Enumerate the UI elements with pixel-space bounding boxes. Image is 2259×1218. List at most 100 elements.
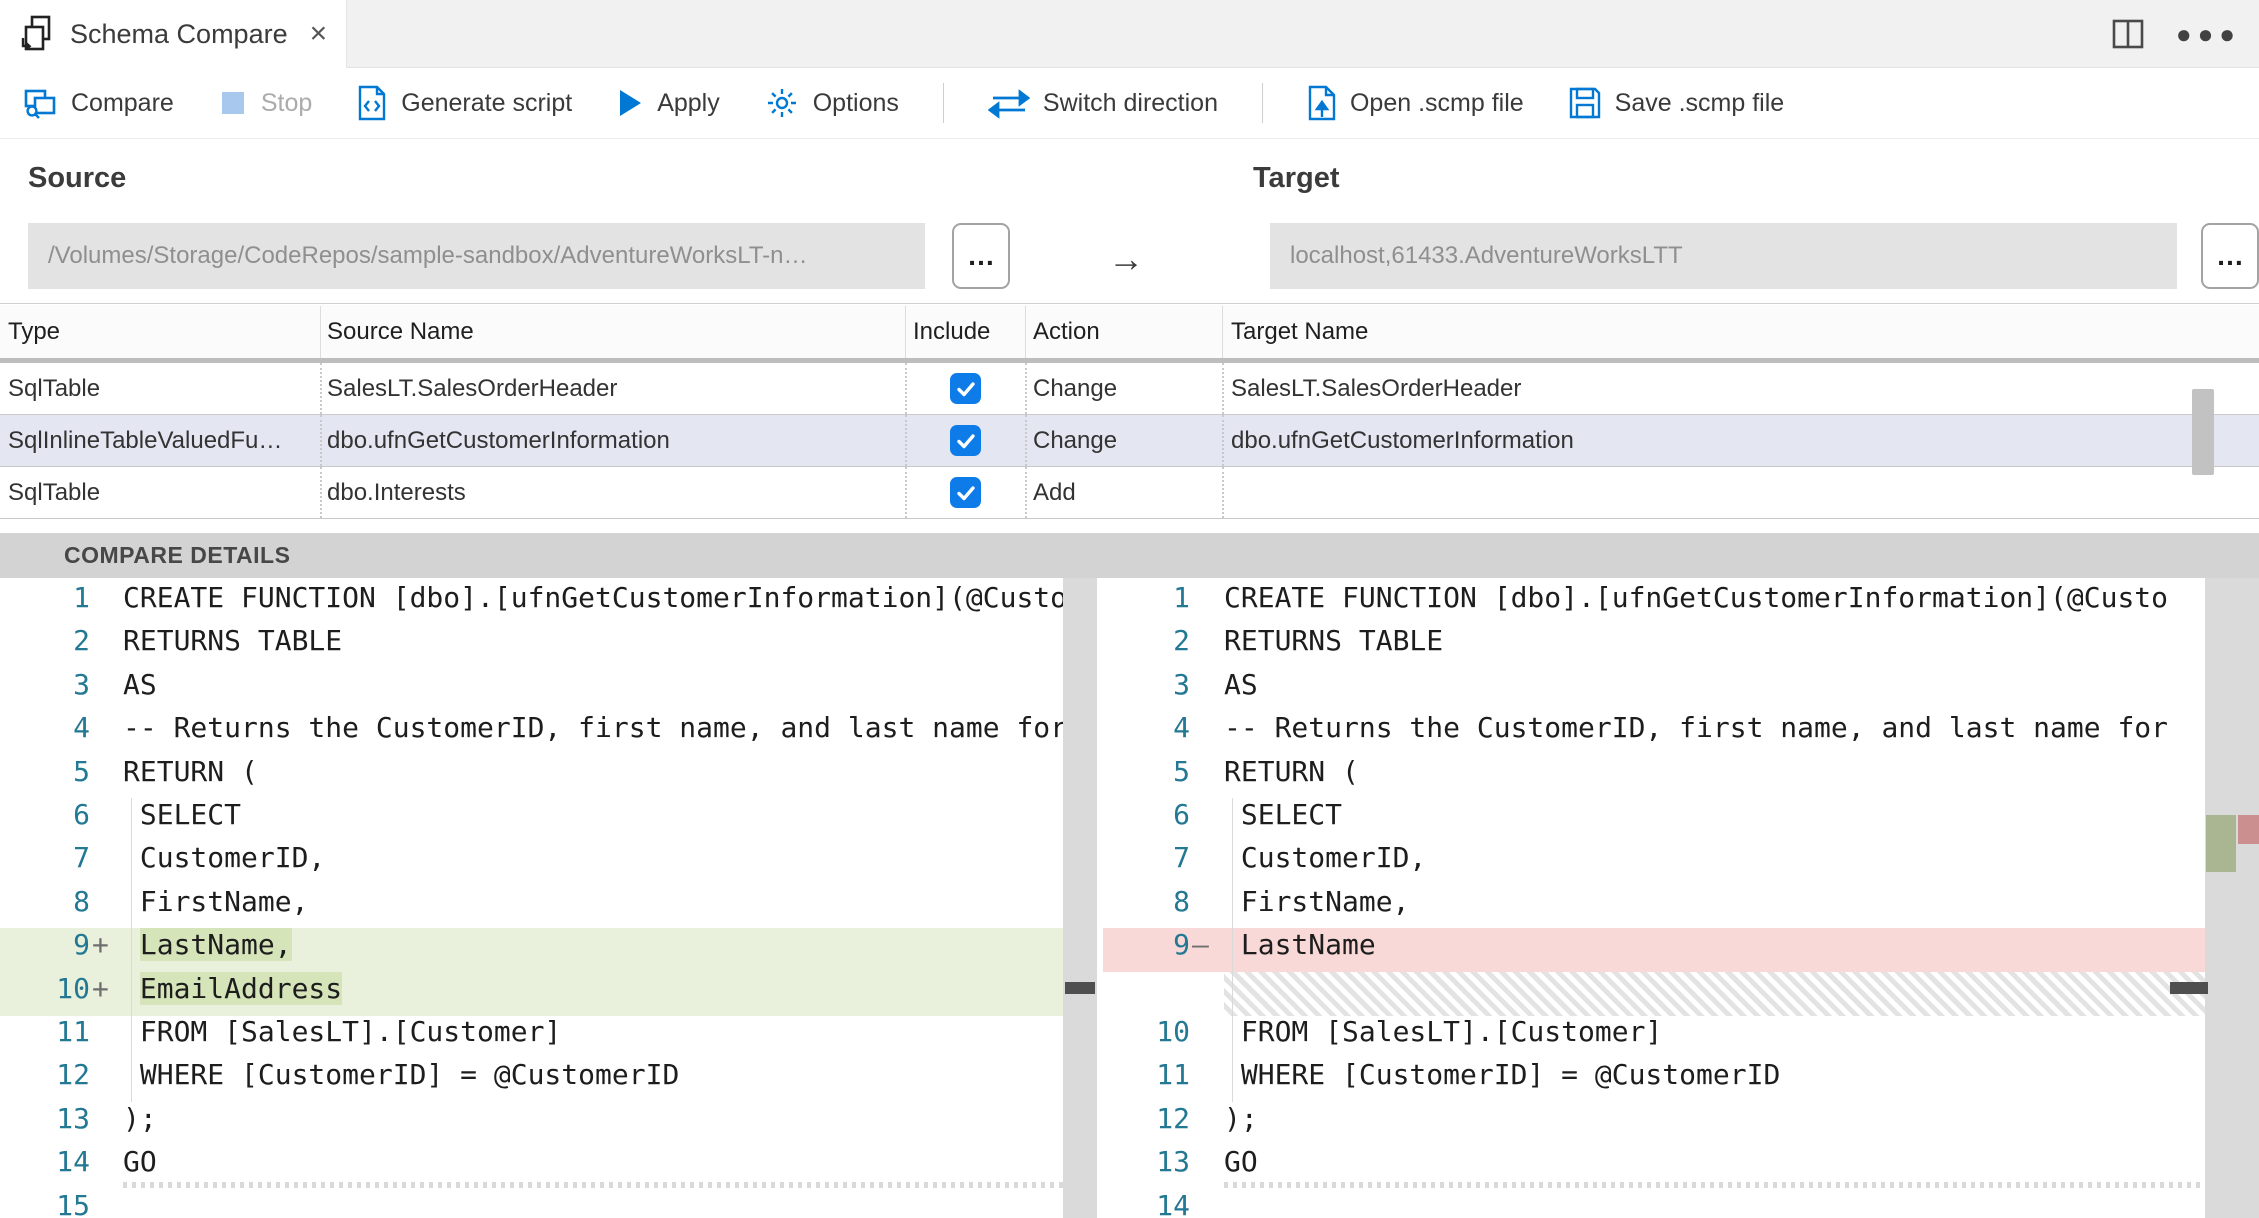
column-header-include[interactable]: Include bbox=[913, 305, 990, 358]
indent-guide bbox=[1232, 798, 1233, 1102]
column-resize-handle[interactable] bbox=[320, 306, 321, 359]
code-line: ); bbox=[1224, 1101, 1258, 1135]
action-cell: Change bbox=[1033, 374, 1118, 402]
target-label: Target bbox=[1253, 162, 1340, 194]
source-browse-button[interactable]: … bbox=[952, 223, 1010, 289]
line-number: 9 bbox=[1173, 928, 1190, 962]
code-line: FROM [SalesLT].[Customer] bbox=[123, 1015, 562, 1048]
column-separator bbox=[905, 467, 907, 518]
options-icon bbox=[764, 85, 800, 121]
source-editor-diff-dash bbox=[1065, 982, 1095, 994]
tab-schema-compare[interactable]: Schema Compare × bbox=[0, 0, 347, 68]
include-checkbox[interactable] bbox=[950, 477, 981, 508]
generate-script-icon bbox=[356, 85, 388, 121]
code-line: RETURN ( bbox=[1224, 754, 1359, 788]
more-actions-icon[interactable]: ●●● bbox=[2176, 19, 2241, 50]
target-code-pane[interactable]: 1 CREATE FUNCTION [dbo].[ufnGetCustomerIn… bbox=[1103, 578, 2259, 1218]
column-resize-handle[interactable] bbox=[1025, 306, 1026, 359]
source-path-input[interactable]: /Volumes/Storage/CodeRepos/sample-sandbo… bbox=[28, 223, 925, 289]
column-separator bbox=[1222, 363, 1224, 414]
diff-line-sign: + bbox=[92, 928, 109, 962]
line-number: 4 bbox=[1173, 711, 1190, 745]
line-number: 11 bbox=[1156, 1058, 1190, 1092]
code-line: FROM [SalesLT].[Customer] bbox=[1224, 1015, 1663, 1048]
source-label: Source bbox=[28, 162, 127, 194]
line-number: 7 bbox=[1173, 841, 1190, 875]
source-code-pane[interactable]: 1 CREATE FUNCTION [dbo].[ufnGetCustomerIn… bbox=[0, 578, 1097, 1218]
target-name-cell: dbo.ufnGetCustomerInformation bbox=[1231, 426, 1574, 454]
code-line: RETURNS TABLE bbox=[123, 624, 343, 658]
column-separator bbox=[320, 467, 322, 518]
target-browse-button[interactable]: … bbox=[2201, 223, 2259, 289]
table-row[interactable]: SqlTable dbo.Interests Add bbox=[0, 467, 2259, 519]
schema-compare-app: Schema Compare × ●●● Compare Stop Generate… bbox=[0, 0, 2259, 1218]
toolbar-label: Switch direction bbox=[1042, 88, 1218, 117]
code-line: RETURNS TABLE bbox=[1224, 624, 1444, 658]
code-line: FirstName, bbox=[1224, 884, 1410, 918]
split-editor-icon[interactable] bbox=[2108, 14, 2148, 54]
toolbar-separator bbox=[1261, 83, 1263, 123]
compare-details-title: COMPARE DETAILS bbox=[64, 542, 291, 568]
tab-close-icon[interactable]: × bbox=[310, 19, 328, 49]
toolbar-button-generate-script[interactable]: Generate script bbox=[356, 85, 572, 121]
column-separator bbox=[1222, 467, 1224, 518]
toolbar-button-options[interactable]: Options bbox=[764, 85, 899, 121]
toolbar-label: Stop bbox=[260, 88, 313, 117]
code-line: AS bbox=[123, 667, 157, 701]
collapsed-region-strip bbox=[123, 1181, 1063, 1188]
toolbar-label: Apply bbox=[657, 88, 720, 117]
collapsed-region-strip bbox=[1224, 1181, 2205, 1188]
toolbar-button-open-scmp[interactable]: Open .scmp file bbox=[1307, 85, 1524, 121]
tab-title: Schema Compare bbox=[70, 18, 288, 49]
line-number: 14 bbox=[56, 1145, 90, 1179]
code-line: ); bbox=[123, 1101, 157, 1135]
line-number: 12 bbox=[1156, 1101, 1190, 1135]
column-resize-handle[interactable] bbox=[905, 306, 906, 359]
code-line: SELECT bbox=[123, 798, 242, 831]
column-header-type[interactable]: Type bbox=[8, 305, 60, 358]
line-number: 1 bbox=[1173, 581, 1190, 614]
code-line: CREATE FUNCTION [dbo].[ufnGetCustomerInf… bbox=[123, 581, 1068, 614]
include-checkbox[interactable] bbox=[950, 425, 981, 456]
toolbar-button-switch-direction[interactable]: Switch direction bbox=[987, 87, 1218, 119]
target-path-input[interactable]: localhost,61433.AdventureWorksLTT bbox=[1270, 223, 2177, 289]
table-row[interactable]: SqlInlineTableValuedFu… dbo.ufnGetCustome… bbox=[0, 415, 2259, 467]
column-resize-handle[interactable] bbox=[1222, 306, 1223, 359]
include-checkbox[interactable] bbox=[950, 373, 981, 404]
added-char-highlight: LastName, bbox=[139, 928, 292, 962]
line-number: 10 bbox=[1156, 1015, 1190, 1048]
type-cell: SqlTable bbox=[8, 374, 101, 402]
code-line: AS bbox=[1224, 667, 1258, 701]
table-vertical-scrollbar[interactable] bbox=[2192, 389, 2214, 475]
type-cell: SqlInlineTableValuedFu… bbox=[8, 426, 283, 454]
toolbar: Compare Stop Generate script Apply Options Sw… bbox=[0, 68, 2259, 139]
source-editor-scrollbar[interactable] bbox=[1063, 578, 1097, 1218]
compare-results-table: Type Source Name Include Action Target Name … bbox=[0, 303, 2259, 534]
line-number: 2 bbox=[73, 624, 90, 658]
source-name-cell: dbo.Interests bbox=[327, 478, 466, 506]
tab-strip: Schema Compare × ●●● bbox=[0, 0, 2259, 68]
toolbar-label: Compare bbox=[71, 88, 174, 117]
stop-icon bbox=[218, 88, 248, 118]
column-separator bbox=[320, 363, 322, 414]
line-number: 4 bbox=[73, 711, 90, 745]
line-number: 10 bbox=[56, 971, 90, 1005]
schema-compare-icon bbox=[21, 15, 51, 51]
column-header-action[interactable]: Action bbox=[1033, 305, 1100, 358]
toolbar-button-stop[interactable]: Stop bbox=[218, 88, 312, 118]
diff-line-sign: — bbox=[1192, 928, 1209, 962]
line-number: 13 bbox=[1156, 1145, 1190, 1179]
toolbar-button-apply[interactable]: Apply bbox=[616, 87, 720, 119]
toolbar-button-save-scmp[interactable]: Save .scmp file bbox=[1568, 86, 1784, 120]
table-row[interactable]: SqlTable SalesLT.SalesOrderHeader Change Sa… bbox=[0, 363, 2259, 415]
code-line: LastName bbox=[1224, 928, 1376, 962]
column-header-source-name[interactable]: Source Name bbox=[327, 305, 474, 358]
apply-icon bbox=[616, 87, 644, 119]
column-separator bbox=[320, 415, 322, 466]
toolbar-separator bbox=[942, 83, 944, 123]
column-header-target-name[interactable]: Target Name bbox=[1231, 305, 1368, 358]
toolbar-button-compare[interactable]: Compare bbox=[22, 85, 174, 121]
line-number: 3 bbox=[1173, 667, 1190, 701]
target-editor-scrollbar[interactable] bbox=[2205, 578, 2259, 1218]
code-line: CustomerID, bbox=[1224, 841, 1427, 875]
